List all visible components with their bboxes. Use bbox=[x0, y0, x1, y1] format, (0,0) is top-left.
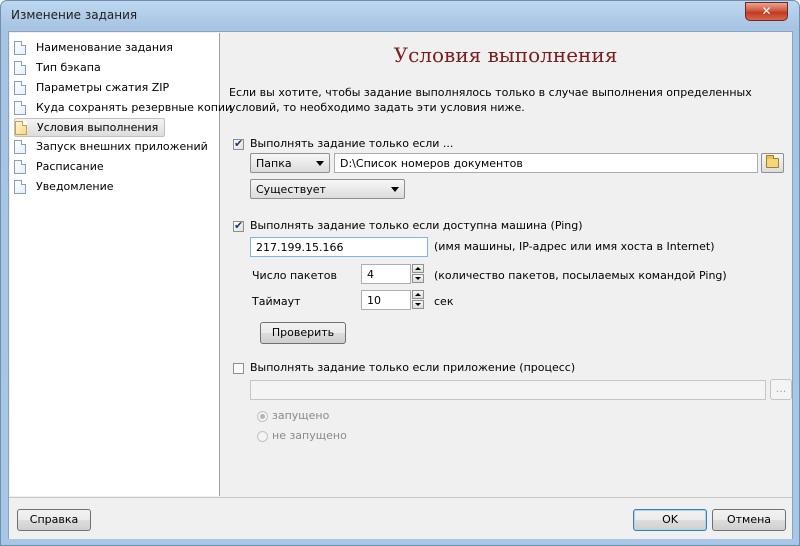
condition-ping-label[interactable]: Выполнять задание только если доступна м… bbox=[250, 219, 583, 232]
radio-running-label[interactable]: запущено bbox=[272, 409, 329, 422]
process-input[interactable] bbox=[250, 380, 766, 400]
sidebar-item-label: Условия выполнения bbox=[37, 121, 159, 134]
page-icon bbox=[14, 100, 26, 115]
page-icon bbox=[15, 120, 27, 135]
page-title: Условия выполнения bbox=[393, 43, 618, 67]
timeout-value: 10 bbox=[367, 294, 381, 307]
sidebar-item-schedule[interactable]: Расписание bbox=[14, 158, 104, 175]
condition-file-label[interactable]: Выполнять задание только если ... bbox=[250, 137, 453, 150]
sidebar-item-external-apps[interactable]: Запуск внешних приложений bbox=[14, 138, 208, 155]
radio-running[interactable] bbox=[257, 411, 268, 422]
timeout-spinner[interactable] bbox=[412, 290, 424, 310]
page-icon bbox=[14, 60, 26, 75]
sidebar-item-notification[interactable]: Уведомление bbox=[14, 178, 114, 195]
path-value: D:\Список номеров документов bbox=[340, 157, 523, 170]
condition-ping-checkbox[interactable] bbox=[233, 219, 244, 232]
packets-label: Число пакетов bbox=[252, 269, 337, 282]
packets-hint: (количество пакетов, посылаемых командой… bbox=[434, 269, 727, 282]
sidebar-item-destination[interactable]: Куда сохранять резервные копии bbox=[14, 99, 232, 116]
timeout-unit: сек bbox=[434, 295, 454, 308]
spinner-up-icon[interactable] bbox=[412, 290, 424, 299]
host-value: 217.199.15.166 bbox=[256, 241, 344, 254]
sidebar-item-label: Расписание bbox=[36, 160, 104, 173]
condition-file-checkbox[interactable] bbox=[233, 137, 244, 150]
timeout-label: Таймаут bbox=[252, 295, 301, 308]
dialog-client-area: Наименование задания Тип бэкапа Параметр… bbox=[8, 31, 793, 539]
spinner-down-icon[interactable] bbox=[412, 300, 424, 309]
browse-process-button[interactable]: ... bbox=[770, 379, 792, 400]
help-button[interactable]: Справка bbox=[17, 509, 91, 531]
sidebar-item-conditions[interactable]: Условия выполнения bbox=[14, 118, 166, 137]
sidebar-item-label: Тип бэкапа bbox=[36, 61, 101, 74]
page-icon bbox=[14, 40, 26, 55]
condition-process-label[interactable]: Выполнять задание только если приложение… bbox=[250, 361, 575, 374]
object-type-value: Папка bbox=[256, 157, 292, 170]
sidebar-item-label: Уведомление bbox=[36, 180, 114, 193]
window-title: Изменение задания bbox=[11, 8, 138, 22]
dialog-window: Изменение задания ✕ Наименование задания… bbox=[0, 0, 800, 546]
condition-process-checkbox[interactable] bbox=[233, 363, 244, 374]
ok-button[interactable]: OK bbox=[633, 509, 707, 531]
cancel-button[interactable]: Отмена bbox=[712, 509, 786, 531]
sidebar-item-zip-settings[interactable]: Параметры сжатия ZIP bbox=[14, 79, 169, 96]
page-icon bbox=[14, 139, 26, 154]
path-input[interactable]: D:\Список номеров документов bbox=[334, 153, 758, 173]
page-icon bbox=[14, 179, 26, 194]
state-dropdown[interactable]: Существует bbox=[250, 179, 405, 199]
dialog-footer: Справка OK Отмена bbox=[9, 497, 792, 539]
sidebar: Наименование задания Тип бэкапа Параметр… bbox=[10, 33, 232, 496]
title-bar[interactable]: Изменение задания ✕ bbox=[1, 1, 800, 31]
sidebar-item-label: Наименование задания bbox=[36, 41, 173, 54]
host-hint: (имя машины, IP-адрес или имя хоста в In… bbox=[434, 240, 715, 253]
radio-not-running-label[interactable]: не запущено bbox=[272, 429, 347, 442]
close-button[interactable]: ✕ bbox=[745, 2, 788, 21]
radio-not-running[interactable] bbox=[257, 431, 268, 442]
description-text: Если вы хотите, чтобы задание выполнялос… bbox=[229, 86, 752, 114]
chevron-down-icon bbox=[316, 161, 324, 166]
page-icon bbox=[14, 159, 26, 174]
object-type-dropdown[interactable]: Папка bbox=[250, 153, 330, 173]
packets-input[interactable]: 4 bbox=[361, 264, 411, 284]
chevron-down-icon bbox=[391, 187, 399, 192]
browse-folder-button[interactable] bbox=[761, 153, 784, 173]
host-input[interactable]: 217.199.15.166 bbox=[250, 237, 428, 257]
packets-value: 4 bbox=[367, 268, 374, 281]
sidebar-item-backup-type[interactable]: Тип бэкапа bbox=[14, 59, 101, 76]
state-value: Существует bbox=[256, 183, 326, 196]
packets-spinner[interactable] bbox=[412, 264, 424, 284]
sidebar-item-label: Запуск внешних приложений bbox=[36, 140, 208, 153]
sidebar-item-label: Параметры сжатия ZIP bbox=[36, 81, 170, 94]
folder-icon bbox=[766, 155, 779, 168]
sidebar-item-task-name[interactable]: Наименование задания bbox=[14, 39, 173, 56]
spinner-up-icon[interactable] bbox=[412, 264, 424, 273]
page-icon bbox=[14, 80, 26, 95]
sidebar-item-label: Куда сохранять резервные копии bbox=[36, 101, 233, 114]
spinner-down-icon[interactable] bbox=[412, 274, 424, 283]
main-panel: Условия выполнения Если вы хотите, чтобы… bbox=[220, 33, 792, 496]
timeout-input[interactable]: 10 bbox=[361, 290, 411, 310]
check-ping-button[interactable]: Проверить bbox=[260, 322, 346, 344]
